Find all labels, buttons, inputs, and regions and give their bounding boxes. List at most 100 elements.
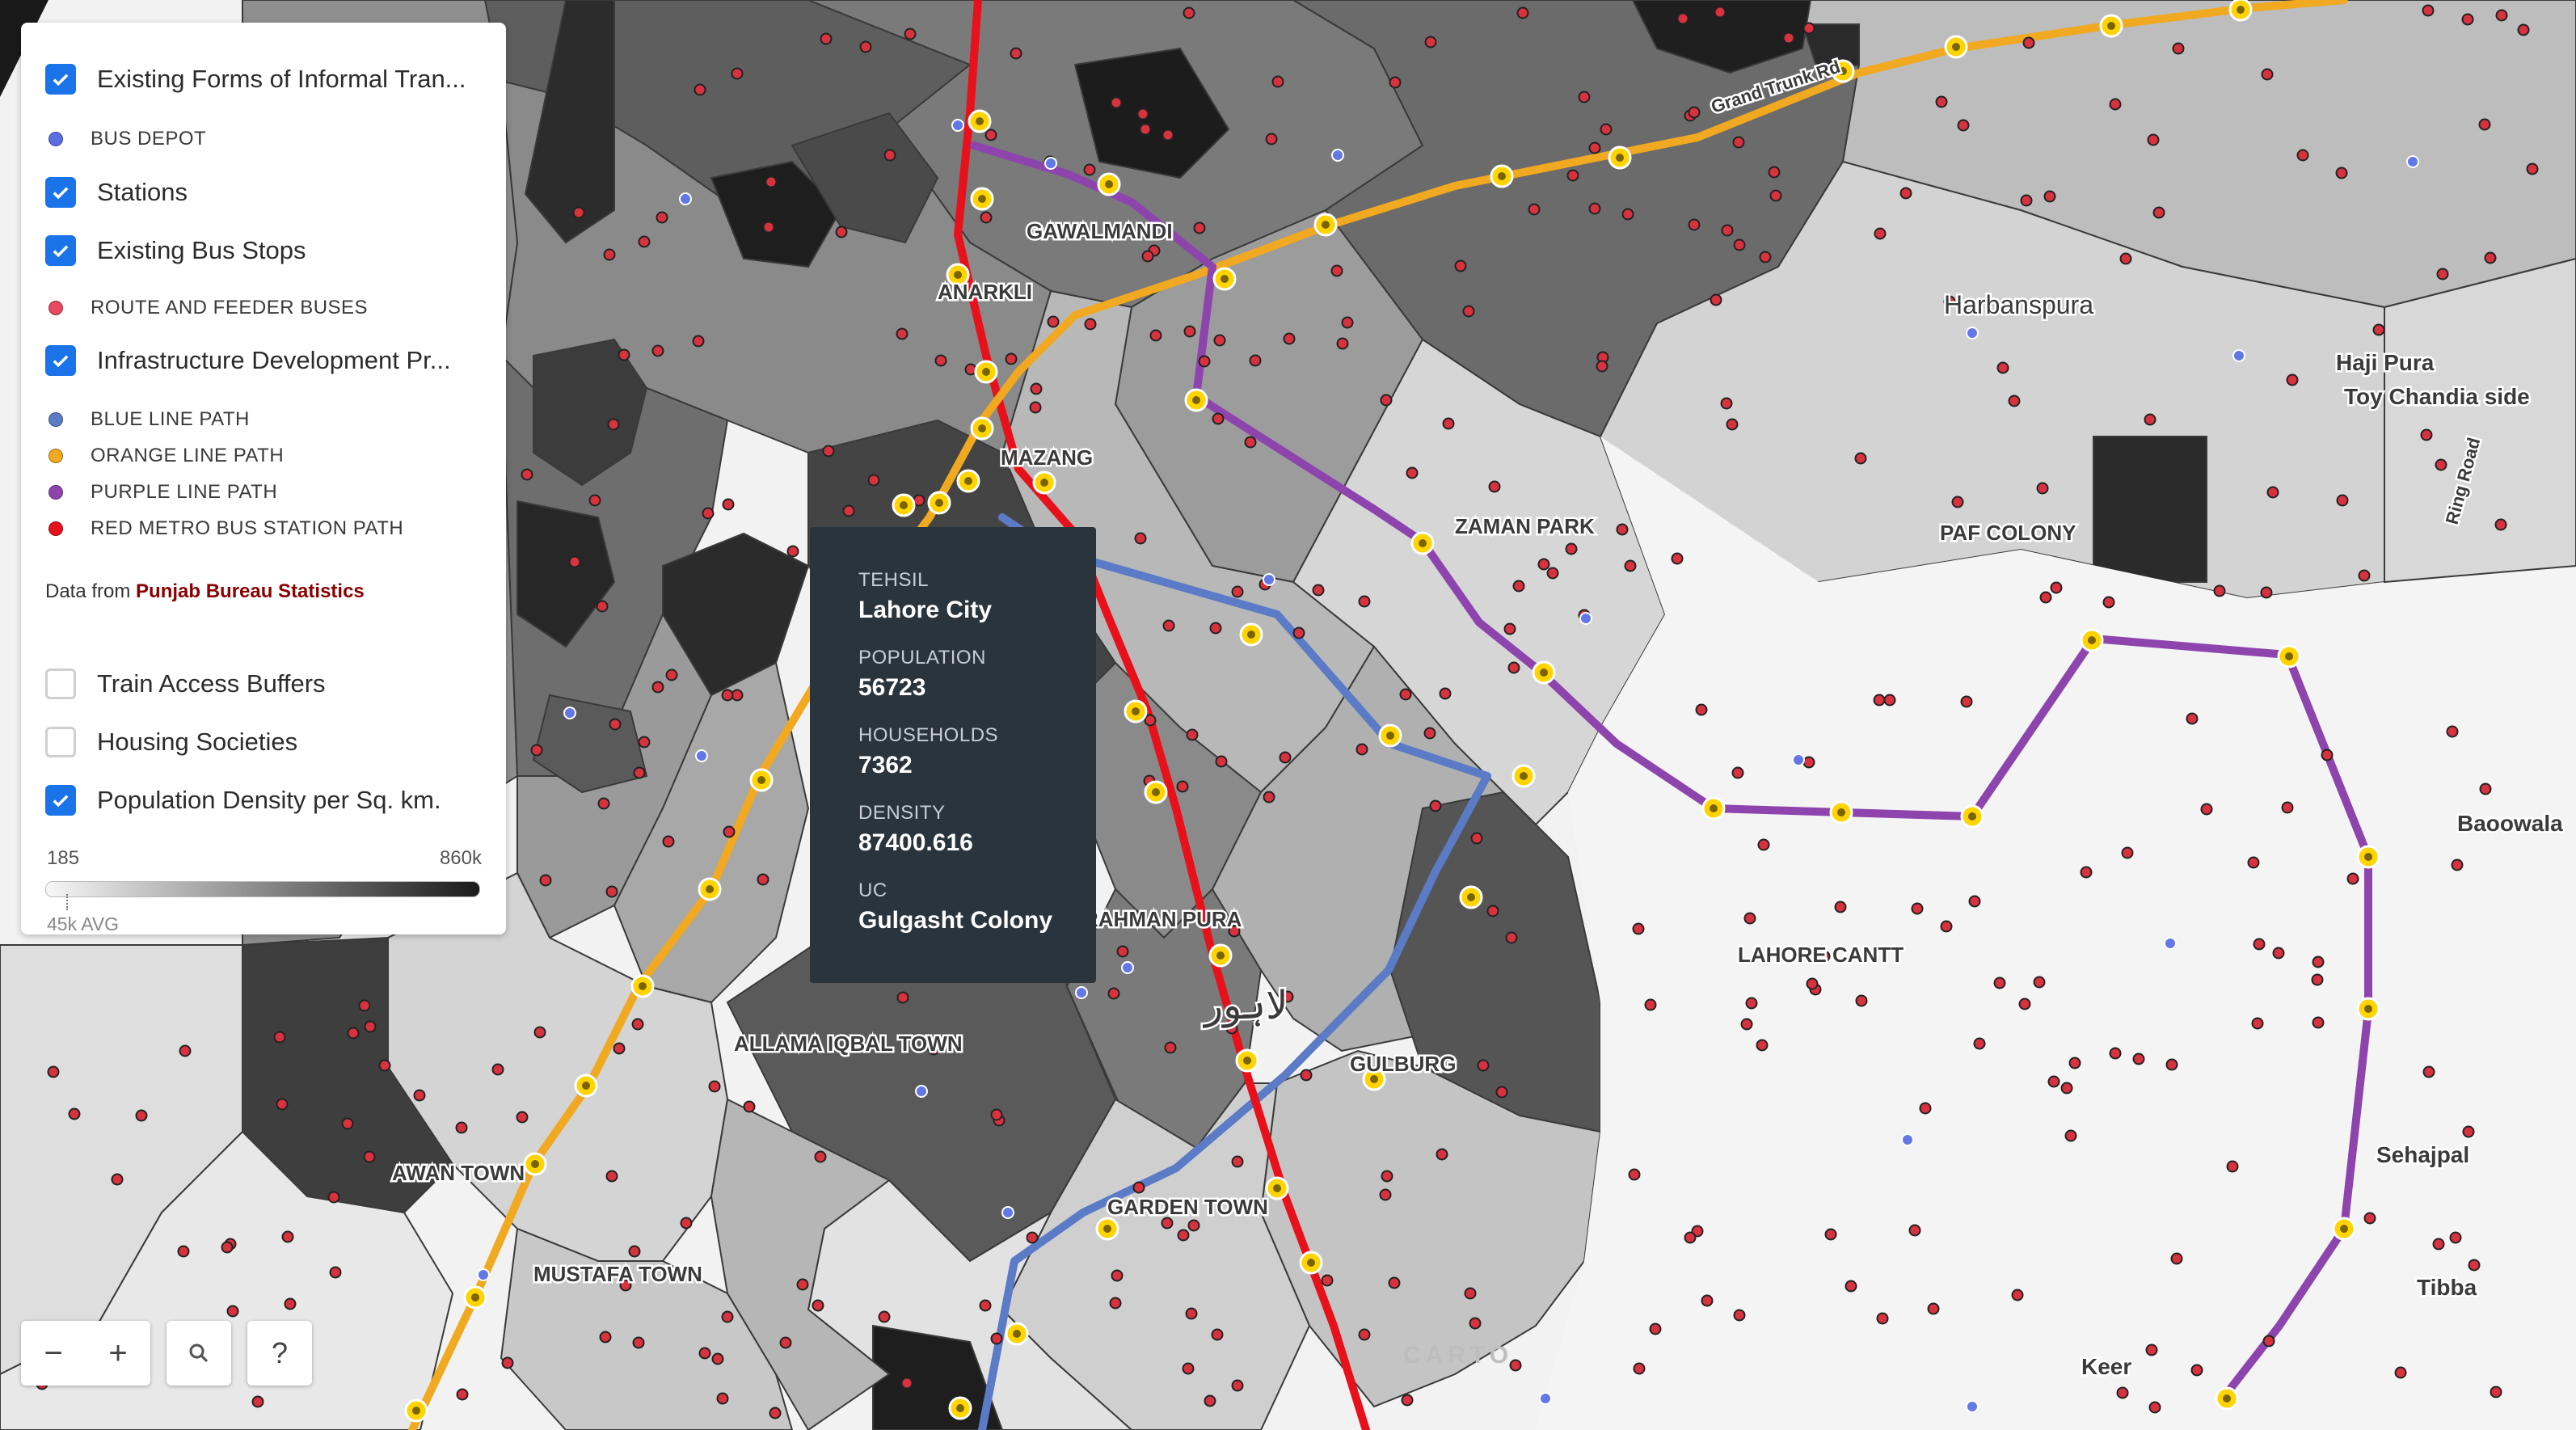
bus-stop-marker[interactable] — [1300, 1069, 1313, 1082]
bus-stop-marker[interactable] — [979, 1299, 992, 1312]
bus-stop-marker[interactable] — [1537, 558, 1550, 571]
bus-stop-marker[interactable] — [179, 1044, 192, 1057]
bus-depot-marker[interactable] — [1263, 573, 1275, 586]
checkbox-checked-icon[interactable] — [45, 345, 76, 376]
bus-stop-marker[interactable] — [1162, 129, 1174, 141]
station-marker[interactable] — [2215, 1386, 2239, 1411]
station-marker[interactable] — [968, 109, 992, 133]
bus-stop-marker[interactable] — [1379, 1188, 1392, 1201]
bus-stop-marker[interactable] — [1486, 905, 1499, 917]
bus-stop-marker[interactable] — [2144, 413, 2157, 426]
bus-stop-marker[interactable] — [694, 83, 706, 96]
bus-stop-marker[interactable] — [2286, 373, 2299, 386]
layer-toggle-population-density[interactable]: Population Density per Sq. km. — [45, 781, 441, 820]
bus-stop-marker[interactable] — [628, 1245, 641, 1258]
bus-stop-marker[interactable] — [530, 744, 543, 757]
bus-stop-marker[interactable] — [347, 1027, 360, 1040]
bus-stop-marker[interactable] — [990, 1332, 1003, 1345]
bus-stop-marker[interactable] — [1231, 1155, 1244, 1168]
bus-stop-marker[interactable] — [2420, 428, 2433, 441]
bus-stop-marker[interactable] — [896, 991, 909, 1004]
bus-stop-marker[interactable] — [276, 1098, 289, 1111]
bus-stop-marker[interactable] — [1109, 1297, 1122, 1310]
bus-stop-marker[interactable] — [1624, 559, 1637, 572]
bus-stop-marker[interactable] — [1149, 329, 1162, 342]
station-marker[interactable] — [2080, 628, 2104, 652]
bus-stop-marker[interactable] — [1802, 22, 1815, 35]
bus-stop-marker[interactable] — [1720, 397, 1733, 410]
bus-stop-marker[interactable] — [680, 1217, 693, 1230]
bus-stop-marker[interactable] — [883, 149, 896, 162]
station-marker[interactable] — [1144, 780, 1168, 804]
bus-stop-marker[interactable] — [1644, 998, 1657, 1011]
bus-stop-marker[interactable] — [1621, 208, 1634, 221]
station-marker[interactable] — [970, 416, 994, 441]
bus-stop-marker[interactable] — [1993, 977, 2006, 989]
checkbox-checked-icon[interactable] — [45, 177, 76, 208]
station-marker[interactable] — [1208, 943, 1233, 968]
bus-stop-marker[interactable] — [2484, 251, 2497, 264]
bus-stop-marker[interactable] — [1187, 1219, 1200, 1232]
bus-depot-marker[interactable] — [477, 1268, 490, 1281]
bus-stop-marker[interactable] — [2109, 98, 2122, 111]
bus-stop-marker[interactable] — [2490, 1386, 2502, 1398]
bus-stop-marker[interactable] — [1464, 1287, 1477, 1300]
bus-stop-marker[interactable] — [1029, 401, 1042, 414]
bus-stop-marker[interactable] — [1588, 202, 1601, 215]
bus-stop-marker[interactable] — [1406, 466, 1419, 479]
bus-stop-marker[interactable] — [2312, 1016, 2325, 1029]
bus-stop-marker[interactable] — [2132, 1052, 2145, 1065]
bus-stop-marker[interactable] — [1139, 123, 1152, 136]
bus-stop-marker[interactable] — [692, 335, 705, 348]
bus-stop-marker[interactable] — [2260, 586, 2273, 599]
bus-stop-marker[interactable] — [1488, 480, 1501, 493]
bus-stop-marker[interactable] — [900, 1377, 913, 1390]
bus-stop-marker[interactable] — [1312, 584, 1325, 597]
bus-stop-marker[interactable] — [820, 32, 833, 45]
bus-stop-marker[interactable] — [2272, 947, 2285, 960]
bus-stop-marker[interactable] — [2372, 323, 2385, 336]
bus-stop-marker[interactable] — [2213, 584, 2226, 597]
bus-stop-marker[interactable] — [1845, 1280, 1857, 1293]
bus-stop-marker[interactable] — [2296, 149, 2309, 162]
bus-stop-marker[interactable] — [533, 1026, 546, 1039]
bus-stop-marker[interactable] — [572, 206, 585, 219]
bus-depot-marker[interactable] — [1331, 149, 1344, 162]
checkbox-unchecked-icon[interactable] — [45, 727, 76, 757]
bus-stop-marker[interactable] — [2147, 133, 2160, 146]
layer-toggle-bus-stops[interactable]: Existing Bus Stops — [45, 231, 306, 270]
bus-stop-marker[interactable] — [651, 344, 664, 357]
bus-stop-marker[interactable] — [1212, 412, 1225, 425]
bus-stop-marker[interactable] — [1710, 293, 1722, 306]
bus-stop-marker[interactable] — [702, 507, 715, 520]
bus-stop-marker[interactable] — [2478, 118, 2491, 131]
bus-stop-marker[interactable] — [1469, 1317, 1482, 1330]
bus-stop-marker[interactable] — [2468, 1259, 2481, 1272]
station-marker[interactable] — [970, 187, 994, 211]
bus-stop-marker[interactable] — [111, 1173, 124, 1186]
bus-stop-marker[interactable] — [1358, 1328, 1371, 1341]
bus-depot-marker[interactable] — [1044, 157, 1057, 170]
bus-stop-marker[interactable] — [1183, 325, 1196, 338]
station-marker[interactable] — [1032, 470, 1056, 495]
bus-stop-marker[interactable] — [1874, 227, 1887, 240]
bus-stop-marker[interactable] — [2262, 1335, 2275, 1348]
bus-stop-marker[interactable] — [1164, 1041, 1177, 1054]
bus-stop-marker[interactable] — [2462, 1125, 2475, 1138]
bus-stop-marker[interactable] — [1688, 106, 1701, 119]
bus-stop-marker[interactable] — [2449, 1231, 2462, 1244]
bus-stop-marker[interactable] — [413, 1089, 426, 1102]
bus-stop-marker[interactable] — [842, 504, 855, 517]
bus-stop-marker[interactable] — [1495, 1086, 1508, 1099]
bus-stop-marker[interactable] — [2517, 23, 2530, 36]
bus-stop-marker[interactable] — [2018, 998, 2031, 1010]
layer-toggle-infrastructure[interactable]: Infrastructure Development Pr... — [45, 341, 451, 380]
bus-stop-marker[interactable] — [358, 999, 371, 1012]
bus-stop-marker[interactable] — [1505, 931, 1518, 944]
station-marker[interactable] — [948, 1396, 972, 1420]
bus-stop-marker[interactable] — [1733, 238, 1746, 251]
bus-stop-marker[interactable] — [1182, 1362, 1195, 1375]
bus-depot-marker[interactable] — [915, 1085, 928, 1098]
bus-stop-marker[interactable] — [1578, 91, 1591, 103]
bus-stop-marker[interactable] — [859, 40, 872, 53]
